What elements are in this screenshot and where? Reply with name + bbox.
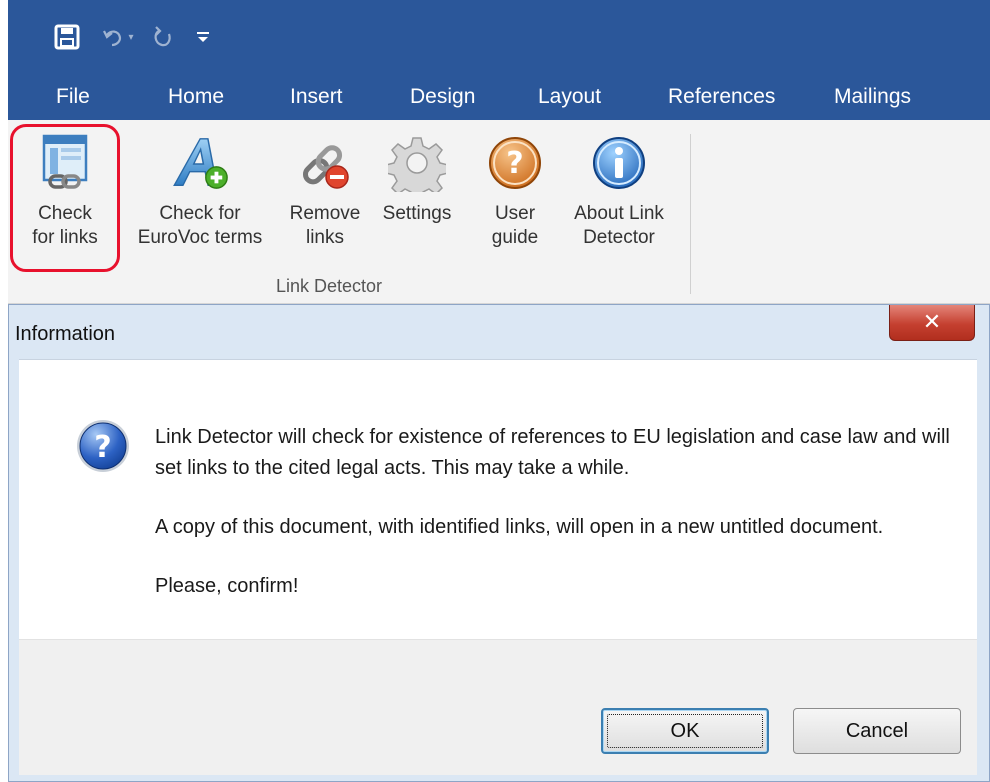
- svg-text:?: ?: [94, 430, 111, 465]
- save-icon[interactable]: [52, 22, 82, 52]
- svg-text:?: ?: [506, 146, 523, 181]
- check-for-links-label: Check for links: [32, 203, 98, 248]
- remove-links-label: Remove links: [289, 203, 361, 248]
- user-guide-button[interactable]: ? User guide: [480, 132, 550, 250]
- remove-link-icon: [295, 132, 355, 194]
- tab-mailings[interactable]: Mailings: [834, 84, 911, 110]
- ribbon-panel: Check for links Check for EuroVoc terms: [8, 120, 990, 304]
- dialog-title: Information: [15, 323, 116, 345]
- tab-layout[interactable]: Layout: [538, 84, 601, 110]
- user-guide-label: User guide: [491, 203, 539, 248]
- message-paragraph: Please, confirm!: [155, 575, 299, 597]
- check-eurovoc-terms-label: Check for EuroVoc terms: [137, 203, 263, 248]
- check-eurovoc-terms-button[interactable]: Check for EuroVoc terms: [120, 132, 280, 250]
- settings-button[interactable]: Settings: [370, 132, 464, 226]
- close-icon: ✕: [922, 310, 942, 335]
- about-link-detector-label: About Link Detector: [574, 203, 664, 248]
- remove-links-button[interactable]: Remove links: [282, 132, 368, 250]
- undo-dropdown-icon[interactable]: ▾: [126, 32, 136, 43]
- ribbon-group-label: Link Detector: [276, 276, 383, 296]
- info-icon: [589, 132, 649, 194]
- dialog-message: Link Detector will check for existence o…: [155, 422, 955, 602]
- message-paragraph: Link Detector will check for existence o…: [155, 426, 950, 479]
- cancel-label: Cancel: [845, 719, 909, 742]
- tab-references[interactable]: References: [668, 84, 775, 110]
- dialog-content: ? Link Detector will check for existence…: [19, 359, 977, 639]
- check-for-links-button[interactable]: Check for links: [16, 132, 114, 250]
- help-icon: ?: [485, 132, 545, 194]
- message-paragraph: A copy of this document, with identified…: [155, 516, 884, 538]
- close-button[interactable]: ✕: [889, 305, 975, 341]
- information-dialog: Information ✕ ? Link Detector will check…: [8, 304, 990, 782]
- redo-icon[interactable]: [152, 24, 174, 50]
- question-icon: ?: [75, 418, 131, 474]
- settings-gear-icon: [387, 132, 447, 194]
- title-bar: ▾: [8, 0, 990, 76]
- tab-insert[interactable]: Insert: [290, 84, 343, 110]
- ribbon-group-separator: [690, 134, 691, 294]
- undo-icon[interactable]: [102, 24, 124, 50]
- ok-button[interactable]: OK: [601, 708, 769, 754]
- cancel-button[interactable]: Cancel: [793, 708, 961, 754]
- focus-outline: [607, 714, 763, 748]
- about-link-detector-button[interactable]: About Link Detector: [556, 132, 682, 250]
- tab-home[interactable]: Home: [168, 84, 224, 110]
- dialog-footer: OK Cancel: [19, 639, 977, 775]
- ribbon-tabs: File Home Insert Design Layout Reference…: [8, 76, 990, 120]
- quick-access-toolbar: ▾: [52, 22, 210, 52]
- settings-label: Settings: [382, 203, 452, 224]
- customize-toolbar-icon[interactable]: [196, 27, 210, 47]
- eurovoc-add-icon: [170, 132, 230, 194]
- tab-file[interactable]: File: [56, 84, 90, 110]
- check-links-icon: [35, 132, 95, 194]
- tab-design[interactable]: Design: [410, 84, 475, 110]
